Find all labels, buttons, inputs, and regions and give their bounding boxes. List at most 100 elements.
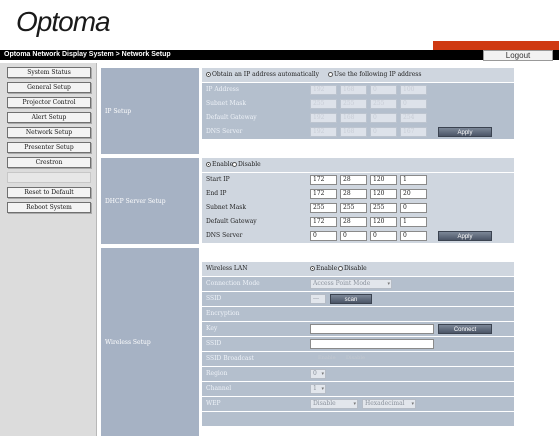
- wlan-enable-radio[interactable]: [310, 266, 315, 271]
- ip-setup-section: Obtain an IP address automatically Use t…: [202, 68, 514, 154]
- dhcp-gateway-octet-4[interactable]: 1: [400, 217, 427, 227]
- start-ip-octet-3[interactable]: 120: [370, 175, 397, 185]
- key-input[interactable]: [310, 324, 434, 334]
- dhcp-subnet-octet-3[interactable]: 255: [370, 203, 397, 213]
- channel-select[interactable]: 1 ▾: [310, 384, 326, 394]
- connect-button[interactable]: Connect: [438, 324, 492, 334]
- ip-setup-label: IP Setup: [101, 68, 199, 154]
- dhcp-subnet-octet-2[interactable]: 255: [340, 203, 367, 213]
- dhcp-enable-radio[interactable]: [206, 162, 211, 167]
- subnet-mask-label: Subnet Mask: [206, 100, 246, 107]
- connection-mode-row: Connection Mode Access Point Mode ▾: [202, 277, 514, 291]
- dhcp-gateway-octet-3[interactable]: 120: [370, 217, 397, 227]
- page-breadcrumb: Optoma Network Display System > Network …: [4, 51, 171, 58]
- encryption-row: Encryption: [202, 307, 514, 321]
- subnet-mask-row: Subnet Mask 255 255 255 0: [202, 97, 514, 111]
- default-gateway-row: Default Gateway 192 168 0 254: [202, 111, 514, 125]
- ssid2-input[interactable]: [310, 339, 434, 349]
- ip-address-octet-4: 100: [400, 85, 427, 95]
- sidebar-item-crestron[interactable]: Crestron: [7, 157, 91, 168]
- sidebar: System Status General Setup Projector Co…: [0, 63, 97, 436]
- subnet-mask-octet-4: 0: [400, 99, 427, 109]
- wireless-extra-row: [202, 412, 514, 426]
- dhcp-enable-label: Enable: [212, 161, 234, 168]
- sidebar-item-reboot-system[interactable]: Reboot System: [7, 202, 91, 213]
- dhcp-subnet-octet-4[interactable]: 0: [400, 203, 427, 213]
- start-ip-octet-2[interactable]: 28: [340, 175, 367, 185]
- wlan-disable-label: Disable: [344, 265, 367, 272]
- dhcp-disable-label: Disable: [238, 161, 261, 168]
- ip-mode-row: Obtain an IP address automatically Use t…: [202, 68, 514, 82]
- dns-octet-2: 168: [340, 127, 367, 137]
- network-setup-content: IP Setup Obtain an IP address automatica…: [101, 68, 514, 436]
- ip-address-octet-2: 168: [340, 85, 367, 95]
- default-gateway-label: Default Gateway: [206, 114, 257, 121]
- dns-octet-4: 167: [400, 127, 427, 137]
- sidebar-item-reset-to-default[interactable]: Reset to Default: [7, 187, 91, 198]
- channel-label: Channel: [206, 385, 232, 392]
- dhcp-gateway-label: Default Gateway: [206, 218, 257, 225]
- logout-button[interactable]: Logout: [483, 50, 553, 61]
- ip-address-label: IP Address: [206, 86, 239, 93]
- ip-address-octet-3: 0: [370, 85, 397, 95]
- end-ip-octet-1[interactable]: 172: [310, 189, 337, 199]
- sidebar-item-general-setup[interactable]: General Setup: [7, 82, 91, 93]
- ip-address-row: IP Address 192 168 0 100: [202, 83, 514, 97]
- subnet-mask-octet-2: 255: [340, 99, 367, 109]
- dns-server-row: DNS Server 192 168 0 167 Apply: [202, 125, 514, 139]
- dhcp-gateway-octet-2[interactable]: 28: [340, 217, 367, 227]
- region-row: Region 0 ▾: [202, 367, 514, 381]
- sidebar-item-disabled: [7, 172, 91, 183]
- dhcp-subnet-octet-1[interactable]: 255: [310, 203, 337, 213]
- dhcp-gateway-octet-1[interactable]: 172: [310, 217, 337, 227]
- region-select[interactable]: 0 ▾: [310, 369, 326, 379]
- sidebar-item-alert-setup[interactable]: Alert Setup: [7, 112, 91, 123]
- sidebar-item-presenter-setup[interactable]: Presenter Setup: [7, 142, 91, 153]
- sidebar-item-network-setup[interactable]: Network Setup: [7, 127, 91, 138]
- dhcp-disable-radio[interactable]: [232, 162, 237, 167]
- dhcp-dns-octet-3[interactable]: 0: [370, 231, 397, 241]
- ssid-broadcast-disable: Disable: [346, 355, 365, 361]
- end-ip-octet-2[interactable]: 28: [340, 189, 367, 199]
- sidebar-item-system-status[interactable]: System Status: [7, 67, 91, 78]
- encryption-label: Encryption: [206, 310, 240, 317]
- channel-row: Channel 1 ▾: [202, 382, 514, 396]
- start-ip-octet-4[interactable]: 1: [400, 175, 427, 185]
- key-row: Key Connect: [202, 322, 514, 336]
- connection-mode-value: Access Point Mode: [313, 280, 371, 287]
- top-bar: Optoma Network Display System > Network …: [0, 50, 559, 60]
- subnet-mask-octet-1: 255: [310, 99, 337, 109]
- key-label: Key: [206, 325, 218, 332]
- dhcp-dns-octet-4[interactable]: 0: [400, 231, 427, 241]
- ip-apply-button[interactable]: Apply: [438, 127, 492, 137]
- end-ip-octet-4[interactable]: 20: [400, 189, 427, 199]
- end-ip-octet-3[interactable]: 120: [370, 189, 397, 199]
- gateway-octet-2: 168: [340, 113, 367, 123]
- dhcp-apply-button[interactable]: Apply: [438, 231, 492, 241]
- ssid-select[interactable]: ---: [310, 294, 326, 304]
- obtain-auto-radio[interactable]: [206, 72, 211, 77]
- connection-mode-select[interactable]: Access Point Mode ▾: [310, 279, 392, 289]
- wep-select[interactable]: Disable ▾: [310, 399, 358, 409]
- dns-octet-1: 192: [310, 127, 337, 137]
- chevron-down-icon: ▾: [321, 386, 324, 392]
- wep-value: Disable: [313, 400, 336, 407]
- ssid-row: SSID --- scan: [202, 292, 514, 306]
- connection-mode-label: Connection Mode: [206, 280, 260, 287]
- brand-accent-bar: [433, 41, 559, 50]
- dhcp-dns-octet-1[interactable]: 0: [310, 231, 337, 241]
- scan-button[interactable]: scan: [330, 294, 372, 304]
- dns-octet-3: 0: [370, 127, 397, 137]
- wireless-setup-label: Wireless Setup: [101, 248, 199, 436]
- dhcp-server-label: DHCP Server Setup: [101, 158, 199, 244]
- ssid-broadcast-row: SSID Broadcast Enable Disable: [202, 352, 514, 366]
- use-following-radio[interactable]: [328, 72, 333, 77]
- sidebar-item-projector-control[interactable]: Projector Control: [7, 97, 91, 108]
- wlan-enable-label: Enable: [316, 265, 338, 272]
- start-ip-octet-1[interactable]: 172: [310, 175, 337, 185]
- wlan-disable-radio[interactable]: [338, 266, 343, 271]
- start-ip-label: Start IP: [206, 176, 230, 183]
- wep-format-select[interactable]: Hexadecimal ▾: [362, 399, 416, 409]
- dhcp-state-row: Enable Disable: [202, 158, 514, 172]
- dhcp-dns-octet-2[interactable]: 0: [340, 231, 367, 241]
